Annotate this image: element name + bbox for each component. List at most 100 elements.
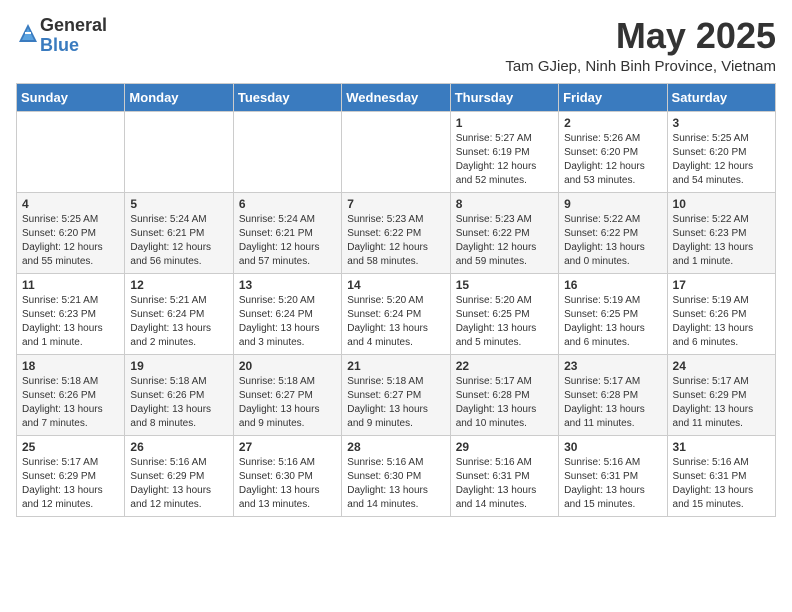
- day-number: 12: [130, 278, 227, 292]
- day-info: Sunrise: 5:17 AM Sunset: 6:28 PM Dayligh…: [456, 375, 553, 431]
- calendar-cell: 9 Sunrise: 5:22 AM Sunset: 6:22 PM Daylig…: [559, 192, 667, 273]
- calendar-week-row: 11 Sunrise: 5:21 AM Sunset: 6:23 PM Dayli…: [17, 273, 776, 354]
- day-number: 24: [673, 359, 770, 373]
- calendar-cell: 15 Sunrise: 5:20 AM Sunset: 6:25 PM Dayli…: [450, 273, 558, 354]
- calendar-cell: 27 Sunrise: 5:16 AM Sunset: 6:30 PM Dayli…: [233, 435, 341, 516]
- day-info: Sunrise: 5:17 AM Sunset: 6:28 PM Dayligh…: [564, 375, 661, 431]
- calendar-table: SundayMondayTuesdayWednesdayThursdayFrid…: [16, 83, 776, 517]
- day-number: 25: [22, 440, 119, 454]
- day-number: 5: [130, 197, 227, 211]
- day-info: Sunrise: 5:23 AM Sunset: 6:22 PM Dayligh…: [347, 213, 444, 269]
- day-info: Sunrise: 5:25 AM Sunset: 6:20 PM Dayligh…: [22, 213, 119, 269]
- col-header-monday: Monday: [125, 83, 233, 111]
- day-number: 17: [673, 278, 770, 292]
- month-title: May 2025: [505, 16, 776, 56]
- general-blue-icon: [18, 23, 38, 43]
- day-number: 27: [239, 440, 336, 454]
- calendar-cell: 12Sunrise: 5:21 AM Sunset: 6:24 PM Dayli…: [125, 273, 233, 354]
- day-number: 3: [673, 116, 770, 130]
- day-info: Sunrise: 5:20 AM Sunset: 6:25 PM Dayligh…: [456, 294, 553, 350]
- day-number: 15: [456, 278, 553, 292]
- day-info: Sunrise: 5:19 AM Sunset: 6:25 PM Dayligh…: [564, 294, 661, 350]
- col-header-sunday: Sunday: [17, 83, 125, 111]
- day-number: 11: [22, 278, 119, 292]
- calendar-cell: 7 Sunrise: 5:23 AM Sunset: 6:22 PM Daylig…: [342, 192, 450, 273]
- calendar-cell: 21 Sunrise: 5:18 AM Sunset: 6:27 PM Dayli…: [342, 354, 450, 435]
- calendar-cell: [125, 111, 233, 192]
- calendar-cell: [233, 111, 341, 192]
- col-header-wednesday: Wednesday: [342, 83, 450, 111]
- day-info: Sunrise: 5:17 AM Sunset: 6:29 PM Dayligh…: [673, 375, 770, 431]
- day-number: 30: [564, 440, 661, 454]
- day-number: 6: [239, 197, 336, 211]
- day-info: Sunrise: 5:20 AM Sunset: 6:24 PM Dayligh…: [347, 294, 444, 350]
- day-number: 1: [456, 116, 553, 130]
- day-number: 28: [347, 440, 444, 454]
- logo-general-text: General: [40, 15, 107, 35]
- calendar-cell: 5Sunrise: 5:24 AM Sunset: 6:21 PM Daylig…: [125, 192, 233, 273]
- day-number: 9: [564, 197, 661, 211]
- day-number: 14: [347, 278, 444, 292]
- day-info: Sunrise: 5:20 AM Sunset: 6:24 PM Dayligh…: [239, 294, 336, 350]
- day-number: 4: [22, 197, 119, 211]
- location-subtitle: Tam GJiep, Ninh Binh Province, Vietnam: [505, 58, 776, 75]
- calendar-cell: 29Sunrise: 5:16 AM Sunset: 6:31 PM Dayli…: [450, 435, 558, 516]
- calendar-cell: 30 Sunrise: 5:16 AM Sunset: 6:31 PM Dayli…: [559, 435, 667, 516]
- day-info: Sunrise: 5:16 AM Sunset: 6:29 PM Dayligh…: [130, 456, 227, 512]
- calendar-cell: 26 Sunrise: 5:16 AM Sunset: 6:29 PM Dayli…: [125, 435, 233, 516]
- calendar-cell: 10 Sunrise: 5:22 AM Sunset: 6:23 PM Dayli…: [667, 192, 775, 273]
- logo-blue-text: Blue: [40, 35, 79, 55]
- day-info: Sunrise: 5:24 AM Sunset: 6:21 PM Dayligh…: [239, 213, 336, 269]
- calendar-cell: 22 Sunrise: 5:17 AM Sunset: 6:28 PM Dayli…: [450, 354, 558, 435]
- calendar-cell: 13 Sunrise: 5:20 AM Sunset: 6:24 PM Dayli…: [233, 273, 341, 354]
- day-info: Sunrise: 5:18 AM Sunset: 6:27 PM Dayligh…: [347, 375, 444, 431]
- day-info: Sunrise: 5:22 AM Sunset: 6:23 PM Dayligh…: [673, 213, 770, 269]
- day-info: Sunrise: 5:18 AM Sunset: 6:26 PM Dayligh…: [22, 375, 119, 431]
- calendar-cell: 11 Sunrise: 5:21 AM Sunset: 6:23 PM Dayli…: [17, 273, 125, 354]
- day-info: Sunrise: 5:16 AM Sunset: 6:30 PM Dayligh…: [347, 456, 444, 512]
- day-number: 26: [130, 440, 227, 454]
- calendar-cell: 6 Sunrise: 5:24 AM Sunset: 6:21 PM Daylig…: [233, 192, 341, 273]
- day-info: Sunrise: 5:21 AM Sunset: 6:23 PM Dayligh…: [22, 294, 119, 350]
- day-number: 31: [673, 440, 770, 454]
- day-number: 23: [564, 359, 661, 373]
- day-number: 18: [22, 359, 119, 373]
- day-info: Sunrise: 5:16 AM Sunset: 6:30 PM Dayligh…: [239, 456, 336, 512]
- calendar-cell: 17Sunrise: 5:19 AM Sunset: 6:26 PM Dayli…: [667, 273, 775, 354]
- day-number: 2: [564, 116, 661, 130]
- calendar-cell: 25 Sunrise: 5:17 AM Sunset: 6:29 PM Dayli…: [17, 435, 125, 516]
- col-header-saturday: Saturday: [667, 83, 775, 111]
- day-number: 7: [347, 197, 444, 211]
- calendar-cell: [342, 111, 450, 192]
- calendar-cell: 16 Sunrise: 5:19 AM Sunset: 6:25 PM Dayli…: [559, 273, 667, 354]
- day-number: 10: [673, 197, 770, 211]
- col-header-friday: Friday: [559, 83, 667, 111]
- day-number: 21: [347, 359, 444, 373]
- day-info: Sunrise: 5:26 AM Sunset: 6:20 PM Dayligh…: [564, 132, 661, 188]
- calendar-cell: 31 Sunrise: 5:16 AM Sunset: 6:31 PM Dayli…: [667, 435, 775, 516]
- day-number: 8: [456, 197, 553, 211]
- calendar-cell: 28 Sunrise: 5:16 AM Sunset: 6:30 PM Dayli…: [342, 435, 450, 516]
- calendar-week-row: 25 Sunrise: 5:17 AM Sunset: 6:29 PM Dayli…: [17, 435, 776, 516]
- day-info: Sunrise: 5:18 AM Sunset: 6:27 PM Dayligh…: [239, 375, 336, 431]
- calendar-cell: 23 Sunrise: 5:17 AM Sunset: 6:28 PM Dayli…: [559, 354, 667, 435]
- day-info: Sunrise: 5:17 AM Sunset: 6:29 PM Dayligh…: [22, 456, 119, 512]
- calendar-cell: 14 Sunrise: 5:20 AM Sunset: 6:24 PM Dayli…: [342, 273, 450, 354]
- day-info: Sunrise: 5:16 AM Sunset: 6:31 PM Dayligh…: [673, 456, 770, 512]
- calendar-week-row: 18 Sunrise: 5:18 AM Sunset: 6:26 PM Dayli…: [17, 354, 776, 435]
- day-info: Sunrise: 5:25 AM Sunset: 6:20 PM Dayligh…: [673, 132, 770, 188]
- calendar-cell: 19Sunrise: 5:18 AM Sunset: 6:26 PM Dayli…: [125, 354, 233, 435]
- day-number: 16: [564, 278, 661, 292]
- day-number: 19: [130, 359, 227, 373]
- calendar-cell: 18 Sunrise: 5:18 AM Sunset: 6:26 PM Dayli…: [17, 354, 125, 435]
- page-header: General Blue May 2025 Tam GJiep, Ninh Bi…: [16, 16, 776, 75]
- day-info: Sunrise: 5:22 AM Sunset: 6:22 PM Dayligh…: [564, 213, 661, 269]
- calendar-cell: 1Sunrise: 5:27 AM Sunset: 6:19 PM Daylig…: [450, 111, 558, 192]
- calendar-week-row: 1Sunrise: 5:27 AM Sunset: 6:19 PM Daylig…: [17, 111, 776, 192]
- calendar-cell: [17, 111, 125, 192]
- day-number: 22: [456, 359, 553, 373]
- col-header-thursday: Thursday: [450, 83, 558, 111]
- day-info: Sunrise: 5:16 AM Sunset: 6:31 PM Dayligh…: [564, 456, 661, 512]
- day-number: 13: [239, 278, 336, 292]
- day-number: 20: [239, 359, 336, 373]
